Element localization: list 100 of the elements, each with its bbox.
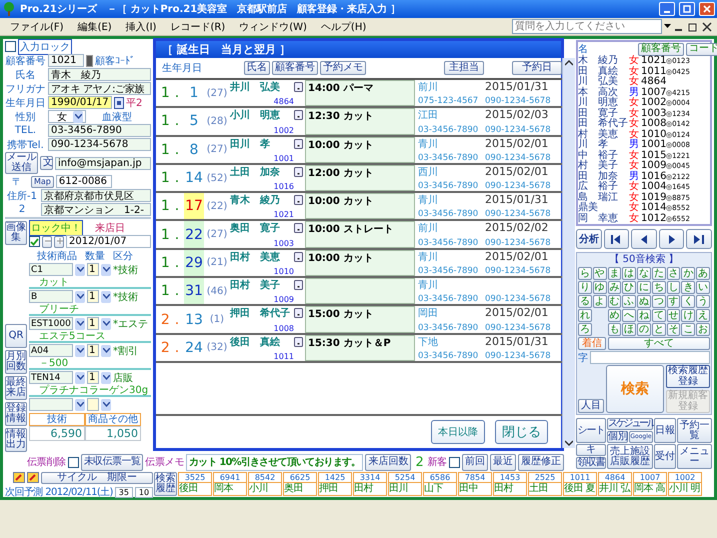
text-button[interactable]: 文 <box>40 156 53 170</box>
last-record-button[interactable] <box>686 229 712 249</box>
kana-button[interactable]: う <box>696 295 710 308</box>
kana-button[interactable]: ま <box>608 267 622 280</box>
reception-button[interactable]: 受付 <box>654 444 676 469</box>
kana-button[interactable]: あ <box>696 267 710 280</box>
kana-button[interactable]: ね <box>637 309 651 322</box>
small-button-icon[interactable] <box>294 252 303 262</box>
previous-button[interactable] <box>631 229 657 249</box>
mail-send-button[interactable]: メール送信 <box>5 152 38 174</box>
kana-button[interactable]: に <box>637 281 651 294</box>
sales-history-button[interactable]: 売上施設店販履歴 <box>607 444 653 469</box>
kana-button[interactable]: ゆ <box>592 281 607 294</box>
birthday-row[interactable]: 2 . 13 (1) 押田 希代子 1008 15:00 カット 岡田 03-3456-7890 2015/02/01 090-1234-5678 <box>156 306 562 335</box>
text-field[interactable]: 03-3456-7890 <box>48 124 151 137</box>
kana-button[interactable]: め <box>608 309 622 322</box>
birthday-row[interactable]: 1 . 1 (27) 井川 弘美 4864 14:00 パーマ 前川 075-123-4567 2015/01/31 090-1234-5678 <box>156 80 562 108</box>
history-cell[interactable]: 6586 山下 <box>423 472 457 496</box>
from-today-button[interactable]: 本日以降 <box>431 420 485 444</box>
kana-button[interactable]: み <box>608 281 622 294</box>
kana-button[interactable]: よ <box>592 295 607 308</box>
small-button-icon[interactable] <box>294 195 303 206</box>
analysis-button[interactable]: 分析 <box>576 229 602 249</box>
gender-select[interactable]: 女 <box>48 110 86 123</box>
reservations-button[interactable]: 予約一覧 <box>677 418 712 443</box>
code-select[interactable]: EST1000 <box>29 317 73 330</box>
history-cell[interactable]: 1002 小川 明 <box>668 472 702 496</box>
quantity-select[interactable]: 1 <box>87 371 99 384</box>
kana-button[interactable]: つ <box>652 295 666 308</box>
all-button[interactable]: すべて <box>608 337 710 350</box>
history-cell[interactable]: 1453 田村 <box>493 472 527 496</box>
people-button[interactable]: 人目 <box>578 399 604 413</box>
kana-button[interactable]: い <box>696 281 710 294</box>
quantity-select[interactable]: 1 <box>87 290 99 303</box>
menu-item[interactable]: レコード(R) <box>164 20 232 34</box>
help-search-field[interactable]: 質問を入力してください <box>512 19 662 34</box>
kana-button[interactable]: と <box>652 323 666 336</box>
code-select[interactable]: TEN14 <box>29 371 73 384</box>
small-button-icon[interactable] <box>294 82 303 92</box>
memo-field[interactable]: カット 10%引きさせて頂いております。 <box>186 454 364 470</box>
customer-row[interactable]: 川 弘美 女 4864 <box>578 77 717 88</box>
side-button[interactable]: 登録情報 <box>5 402 27 426</box>
sort-button[interactable]: 顧客番号 <box>272 61 318 75</box>
menu-item[interactable]: 編集(E) <box>72 20 118 34</box>
small-button-icon[interactable] <box>294 280 303 290</box>
birthday-row[interactable]: 1 . 29 (21) 田村 美恵 1010 10:00 カット 青川 03-3456-7890 2015/02/01 090-1234-5678 <box>156 250 562 278</box>
first-record-button[interactable] <box>604 229 630 249</box>
kana-button[interactable]: し <box>666 281 680 294</box>
kana-button[interactable]: こ <box>681 323 696 336</box>
history-cell[interactable]: 1011 後田 夏 <box>563 472 597 496</box>
kana-button[interactable]: や <box>592 267 607 280</box>
history-cell[interactable]: 8542 小川 <box>248 472 282 496</box>
history-cell[interactable]: 1425 押田 <box>318 472 352 496</box>
history-cell[interactable]: 6625 奥田 <box>283 472 317 496</box>
dropdown-arrow-icon[interactable] <box>664 24 671 29</box>
small-button-icon[interactable] <box>294 110 303 120</box>
kana-button[interactable]: の <box>637 323 651 336</box>
sort-button[interactable]: 氏名 <box>244 61 270 75</box>
cycle-field[interactable]: 35 <box>114 486 133 498</box>
kana-button[interactable]: ろ <box>578 323 592 336</box>
small-button-icon[interactable] <box>294 166 303 177</box>
history-button[interactable]: 履歴修正 <box>518 454 564 470</box>
text-field[interactable]: 京都府京都市伏見区 <box>41 189 151 202</box>
record-icon[interactable] <box>86 54 93 66</box>
minus-button[interactable] <box>42 236 52 248</box>
kana-button[interactable]: お <box>696 323 710 336</box>
unpaid-list-button[interactable]: 未収伝票一覧 <box>80 454 144 470</box>
key-button[interactable]: キ <box>576 444 606 456</box>
pencil-icon[interactable] <box>13 472 25 483</box>
kana-button[interactable]: も <box>608 323 622 336</box>
checkbox[interactable] <box>5 41 16 52</box>
menu-item[interactable]: ウィンドウ(W) <box>233 20 313 34</box>
kana-button[interactable]: ひ <box>622 281 636 294</box>
sheet-button[interactable]: シート <box>576 418 606 443</box>
kana-button[interactable]: さ <box>666 267 680 280</box>
side-button[interactable]: 画像集 <box>5 221 27 245</box>
quantity-select[interactable]: 1 <box>87 344 99 357</box>
code-select[interactable]: A04 <box>29 344 73 357</box>
small-button-icon[interactable] <box>294 223 303 234</box>
text-field[interactable]: 612-0086 <box>56 175 112 188</box>
close-button[interactable] <box>699 2 715 16</box>
history-button[interactable]: 最近 <box>490 454 516 470</box>
date-field[interactable]: 2012/01/07 <box>66 235 151 248</box>
restore-icon[interactable] <box>687 20 699 32</box>
birthday-row[interactable]: 1 . 17 (22) 青木 綾乃 1021 10:00 カット 青川 03-3456-7890 2015/01/31 090-1234-5678 <box>156 193 562 222</box>
sort-button[interactable]: 予約メモ <box>320 61 366 75</box>
text-field[interactable]: 1021 <box>48 54 84 67</box>
menu-item[interactable]: 挿入(I) <box>120 20 162 34</box>
side-button[interactable]: QR <box>5 324 27 348</box>
kana-button[interactable]: く <box>681 295 696 308</box>
history-button[interactable]: 前回 <box>462 454 488 470</box>
quantity-select[interactable]: 1 <box>87 263 99 276</box>
daily-report-button[interactable]: 日報 <box>654 418 676 443</box>
kana-button[interactable]: て <box>652 309 666 322</box>
kana-button[interactable]: ら <box>578 267 592 280</box>
text-field[interactable]: 青木 綾乃 <box>48 68 151 81</box>
kana-button[interactable]: ふ <box>622 295 636 308</box>
map-button[interactable]: Map <box>31 176 54 188</box>
history-cell[interactable]: 5254 田川 <box>388 472 422 496</box>
kana-button[interactable]: せ <box>666 309 680 322</box>
